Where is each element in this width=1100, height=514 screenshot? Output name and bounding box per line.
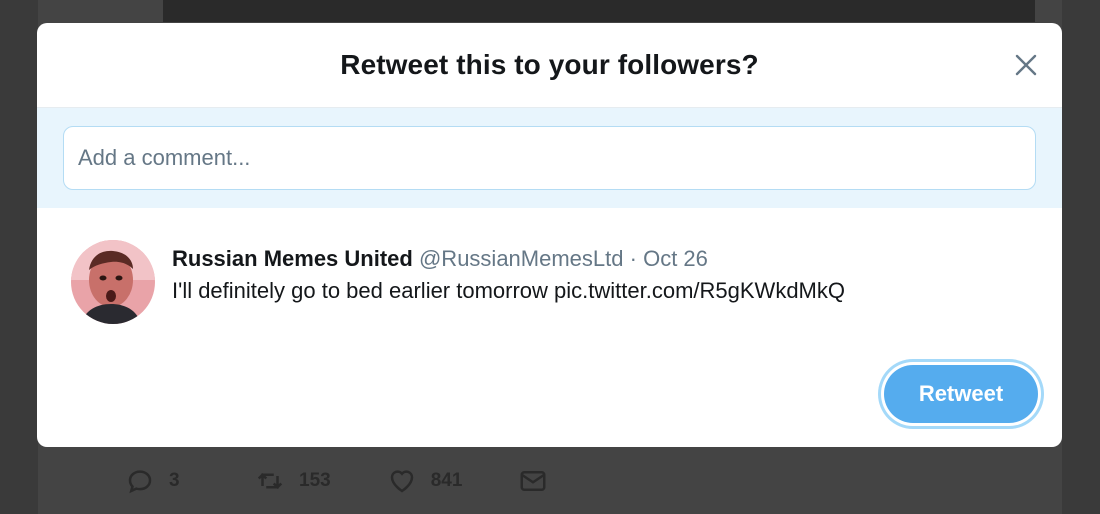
dialog-title: Retweet this to your followers?: [340, 49, 759, 80]
retweet-icon: [257, 472, 283, 490]
tweet-date: Oct 26: [643, 246, 708, 271]
tweet-meta: Russian Memes United @RussianMemesLtd · …: [172, 244, 845, 274]
reply-icon: [128, 470, 152, 494]
meta-separator: ·: [629, 246, 637, 271]
like-count: 841: [430, 470, 463, 491]
close-icon: [1015, 54, 1037, 76]
author-handle: @RussianMemesLtd: [418, 246, 624, 271]
quoted-tweet-body: Russian Memes United @RussianMemesLtd · …: [172, 244, 845, 324]
comment-input[interactable]: [63, 126, 1036, 190]
avatar: [71, 240, 155, 324]
background-tweet-actions: 3 153 841: [125, 458, 618, 504]
message-action: [518, 466, 562, 496]
retweet-action: 153: [255, 466, 331, 496]
like-action: 841: [387, 466, 463, 496]
tweet-text: I'll definitely go to bed earlier tomorr…: [172, 278, 845, 303]
close-button[interactable]: [1010, 49, 1042, 81]
quoted-tweet: Russian Memes United @RussianMemesLtd · …: [37, 208, 1062, 324]
retweet-dialog: Retweet this to your followers? Add a co…: [37, 23, 1062, 447]
retweet-button[interactable]: Retweet: [884, 365, 1038, 423]
comment-area: [37, 108, 1062, 208]
envelope-icon: [520, 471, 546, 491]
reply-action: 3: [125, 466, 199, 496]
author-name: Russian Memes United: [172, 246, 413, 271]
heart-icon: [390, 470, 413, 493]
retweet-count: 153: [299, 470, 331, 491]
dialog-header: Retweet this to your followers?: [37, 23, 1062, 108]
reply-count: 3: [169, 470, 180, 491]
background-tweet-media: [163, 0, 1035, 22]
